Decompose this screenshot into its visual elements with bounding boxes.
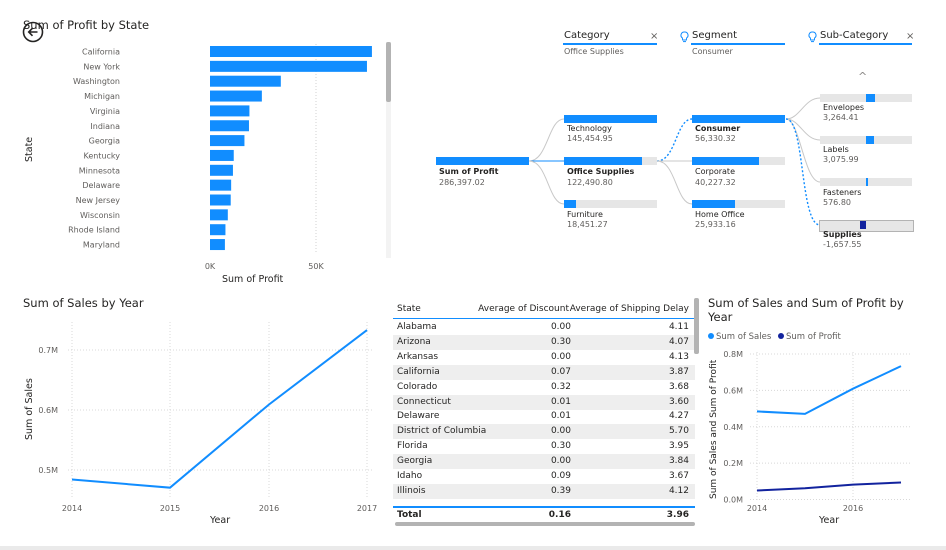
x-tick-label: 2014	[747, 504, 767, 513]
profit-line	[756, 481, 902, 492]
y-tick-label: 0.2M	[723, 459, 743, 468]
x-tick-label: 2016	[843, 504, 863, 513]
y-tick-label: 0.4M	[723, 423, 743, 432]
y-tick-label: 0.6M	[723, 386, 743, 395]
report-canvas: Sum of Profit by State State Sum of Prof…	[0, 0, 946, 546]
sales-profit-chart: 0.0M 0.2M 0.4M 0.6M 0.8M 2014 2016	[723, 350, 910, 513]
y-tick-label: 0.0M	[723, 496, 743, 505]
y-tick-label: 0.8M	[723, 350, 743, 359]
